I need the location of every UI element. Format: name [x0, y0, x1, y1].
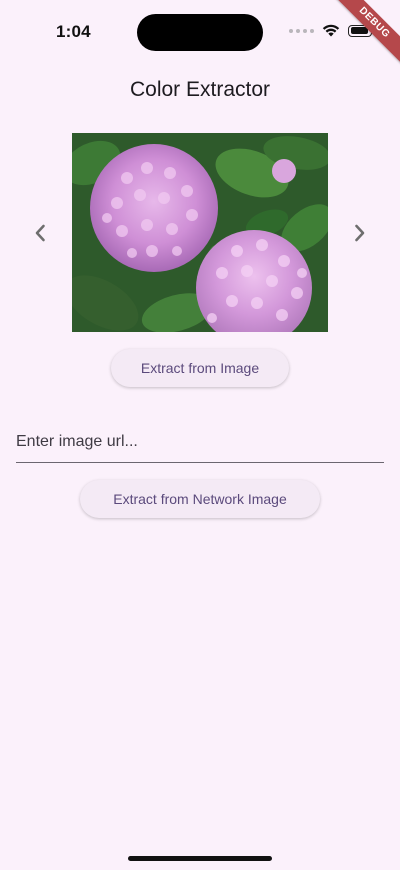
signal-dots-icon	[289, 28, 314, 33]
extract-from-network-image-button[interactable]: Extract from Network Image	[80, 480, 320, 518]
carousel-next-button[interactable]	[347, 220, 373, 246]
status-time: 1:04	[56, 22, 91, 41]
extract-from-image-button[interactable]: Extract from Image	[111, 349, 289, 387]
status-icons	[289, 24, 375, 37]
carousel-image	[72, 133, 328, 332]
page-title: Color Extractor	[129, 78, 271, 101]
hydrangea-image	[72, 133, 328, 332]
app-screen: 1:04 DEBUG Color Extractor Extract from …	[0, 0, 400, 870]
chevron-right-icon	[355, 224, 365, 242]
wifi-icon	[322, 24, 340, 37]
carousel-prev-button[interactable]	[27, 220, 53, 246]
home-indicator	[128, 856, 272, 861]
dynamic-island	[137, 14, 263, 51]
chevron-left-icon	[35, 224, 45, 242]
image-url-input[interactable]	[16, 422, 384, 463]
